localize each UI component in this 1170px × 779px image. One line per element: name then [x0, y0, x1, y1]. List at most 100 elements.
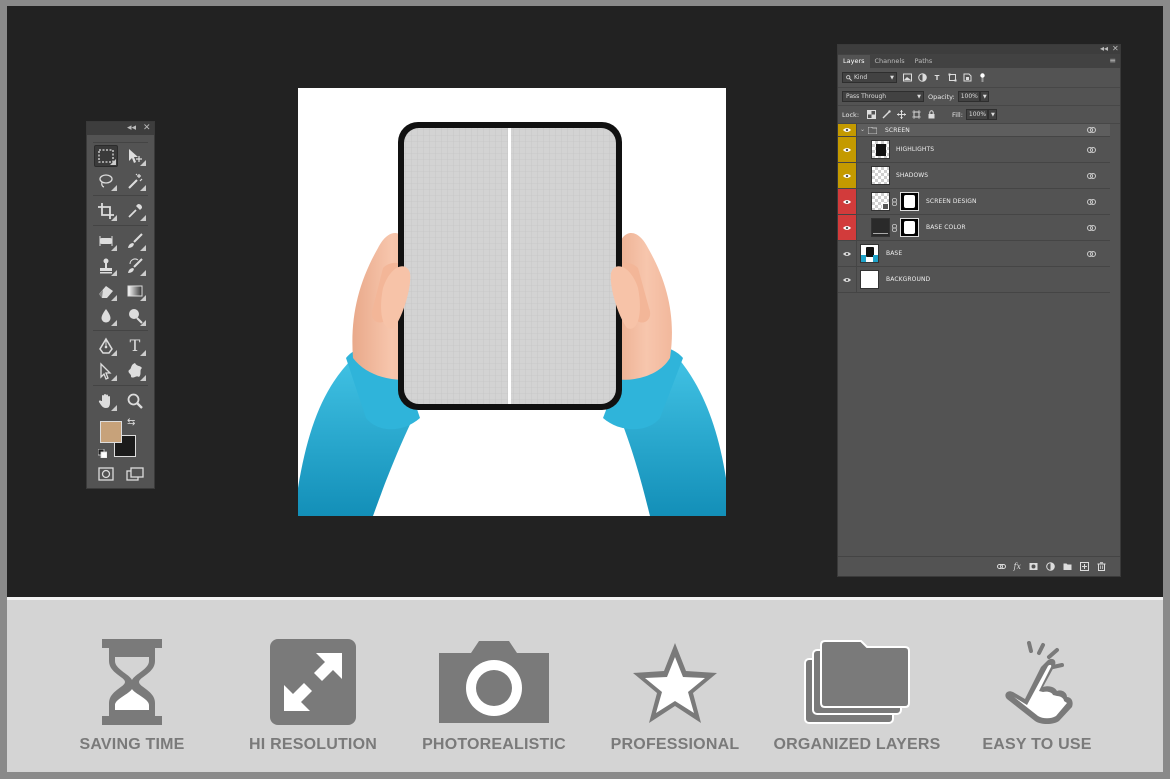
collapse-icon[interactable]: ◂◂ [127, 122, 136, 135]
star-icon [633, 643, 717, 723]
blend-row: Pass Through ▼ Opacity: 100% ▼ [838, 88, 1120, 106]
dodge-tool-icon[interactable] [123, 305, 147, 327]
layers-panel-header[interactable]: ◂◂ ✕ [838, 44, 1120, 54]
opacity-input[interactable]: 100% [957, 91, 980, 102]
tools-panel-header[interactable]: ◂◂ ✕ [87, 122, 154, 135]
default-colors-icon[interactable] [98, 449, 107, 458]
layers-panel-footer: fx [838, 556, 1120, 576]
tab-channels[interactable]: Channels [870, 55, 910, 68]
custom-shape-tool-icon[interactable] [123, 360, 147, 382]
tab-layers[interactable]: Layers [838, 55, 870, 68]
visibility-eye-icon[interactable] [838, 163, 857, 188]
search-icon [846, 74, 852, 81]
layer-mask-thumbnail[interactable] [900, 218, 919, 237]
pen-tool-icon[interactable] [94, 335, 118, 357]
layer-screen-design[interactable]: SCREEN DESIGN [838, 189, 1110, 215]
close-icon[interactable]: ✕ [1112, 44, 1119, 53]
move-tool-icon[interactable] [123, 145, 147, 167]
fill-dropdown[interactable]: ▼ [987, 109, 997, 120]
filter-smart-object-icon[interactable] [962, 73, 972, 83]
new-layer-icon[interactable] [1080, 562, 1089, 571]
layer-base-color[interactable]: BASE COLOR [838, 215, 1110, 241]
gradient-tool-icon[interactable] [123, 280, 147, 302]
visibility-eye-icon[interactable] [838, 124, 857, 136]
layer-group-screen[interactable]: ⌄ SCREEN [838, 124, 1110, 137]
opacity-dropdown[interactable]: ▼ [979, 91, 989, 102]
collapse-icon[interactable]: ◂◂ [1100, 44, 1108, 53]
mask-link-icon[interactable] [892, 198, 897, 206]
filter-adjustment-icon[interactable] [917, 73, 927, 83]
fill-label: Fill: [952, 110, 963, 119]
tools-panel[interactable]: ◂◂ ✕ T ⇆ [86, 121, 155, 489]
lasso-tool-icon[interactable] [94, 170, 118, 192]
path-selection-tool-icon[interactable] [94, 360, 118, 382]
visibility-eye-icon[interactable] [838, 189, 857, 214]
visibility-eye-icon[interactable] [838, 267, 857, 292]
eyedropper-tool-icon[interactable] [123, 200, 147, 222]
filter-row: Kind ▼ T [838, 68, 1120, 88]
marquee-tool-icon[interactable] [94, 144, 118, 167]
layer-shadows[interactable]: SHADOWS [838, 163, 1110, 189]
hand-tool-icon[interactable] [94, 390, 118, 412]
blend-mode-select[interactable]: Pass Through ▼ [842, 91, 924, 102]
feature-hi-resolution: HI RESOLUTION [228, 636, 398, 761]
layer-highlights[interactable]: HIGHLIGHTS [838, 137, 1110, 163]
feature-photorealistic: PHOTOREALISTIC [409, 636, 579, 761]
lock-transparent-icon[interactable] [866, 110, 876, 120]
filter-shape-icon[interactable] [947, 73, 957, 83]
eraser-tool-icon[interactable] [94, 280, 118, 302]
layers-panel[interactable]: ◂◂ ✕ Layers Channels Paths ≡ Kind ▼ T Pa… [837, 44, 1121, 577]
layer-background[interactable]: BACKGROUND [838, 267, 1110, 293]
blur-tool-icon[interactable] [94, 305, 118, 327]
fill-input[interactable]: 100% [965, 109, 988, 120]
delete-layer-icon[interactable] [1097, 562, 1106, 571]
panel-menu-icon[interactable]: ≡ [1109, 56, 1116, 65]
brush-tool-icon[interactable] [123, 230, 147, 252]
lock-artboard-icon[interactable] [911, 110, 921, 120]
zoom-tool-icon[interactable] [123, 390, 147, 412]
filter-toggle-icon[interactable] [977, 73, 987, 83]
quick-mask-icon[interactable] [94, 463, 118, 485]
filter-kind-select[interactable]: Kind ▼ [842, 72, 897, 83]
lock-row: Lock: Fill: 100% ▼ [838, 106, 1120, 124]
type-tool-icon[interactable]: T [123, 335, 147, 357]
layer-thumbnail [871, 166, 890, 185]
visibility-eye-icon[interactable] [838, 137, 857, 162]
close-icon[interactable]: ✕ [143, 122, 151, 135]
group-expand-icon[interactable]: ⌄ [860, 126, 865, 133]
layer-name: SCREEN [885, 126, 910, 134]
layer-thumbnail [871, 140, 890, 159]
layer-base[interactable]: BASE [838, 241, 1110, 267]
stacked-folders-icon [804, 640, 910, 724]
color-swatches: ⇆ [95, 417, 146, 461]
filter-pixel-icon[interactable] [902, 73, 912, 83]
foreground-color-swatch[interactable] [100, 421, 122, 443]
smart-object-thumbnail [871, 192, 890, 211]
filter-type-icon[interactable]: T [932, 73, 942, 83]
lock-image-icon[interactable] [881, 110, 891, 120]
add-mask-icon[interactable] [1029, 562, 1038, 571]
feature-label: EASY TO USE [982, 736, 1092, 753]
document-canvas[interactable] [298, 88, 726, 516]
new-group-icon[interactable] [1063, 562, 1072, 571]
mask-link-icon[interactable] [892, 224, 897, 232]
layer-mask-thumbnail[interactable] [900, 192, 919, 211]
fx-icon[interactable]: fx [1014, 562, 1021, 571]
lock-position-icon[interactable] [896, 110, 906, 120]
visibility-eye-icon[interactable] [838, 241, 857, 266]
swap-colors-icon[interactable]: ⇆ [127, 417, 135, 428]
tab-paths[interactable]: Paths [910, 55, 938, 68]
magic-wand-tool-icon[interactable] [123, 170, 147, 192]
healing-brush-tool-icon[interactable] [94, 230, 118, 252]
clone-stamp-tool-icon[interactable] [94, 255, 118, 277]
panel-grip[interactable] [93, 135, 148, 143]
tap-hand-icon [1005, 641, 1073, 724]
crop-tool-icon[interactable] [94, 200, 118, 222]
layer-name: BASE COLOR [926, 224, 966, 231]
adjustment-layer-icon[interactable] [1046, 562, 1055, 571]
history-brush-tool-icon[interactable] [123, 255, 147, 277]
link-layers-icon[interactable] [996, 562, 1006, 571]
visibility-eye-icon[interactable] [838, 215, 857, 240]
screen-mode-icon[interactable] [123, 463, 147, 485]
lock-all-icon[interactable] [926, 110, 936, 120]
